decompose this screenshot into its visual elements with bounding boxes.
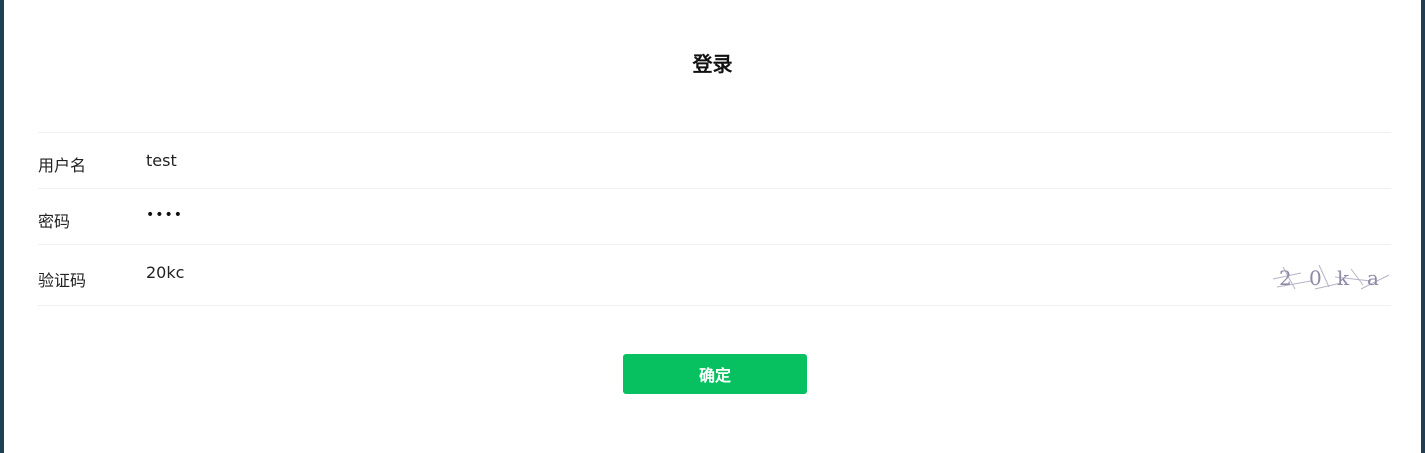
- captcha-label: 验证码: [38, 271, 87, 290]
- username-input[interactable]: [146, 147, 1226, 173]
- password-label: 密码: [38, 212, 71, 231]
- username-row: 用户名: [38, 133, 1391, 189]
- captcha-input[interactable]: [146, 259, 1226, 285]
- captcha-row: 验证码 2 0 k a: [38, 245, 1391, 306]
- page-title: 登录: [692, 52, 733, 76]
- password-input[interactable]: ••••: [146, 207, 183, 223]
- captcha-char: a: [1367, 266, 1379, 290]
- submit-button[interactable]: 确定: [623, 354, 807, 394]
- username-label: 用户名: [38, 156, 87, 175]
- captcha-char: 2: [1279, 266, 1292, 290]
- captcha-char: k: [1337, 266, 1350, 290]
- captcha-image[interactable]: 2 0 k a: [1271, 259, 1391, 295]
- login-panel: 登录 用户名 密码 •••• 验证码 2 0 k a 确定: [4, 0, 1421, 453]
- login-form: 用户名 密码 •••• 验证码 2 0 k a: [38, 132, 1391, 306]
- captcha-char: 0: [1309, 266, 1322, 290]
- password-row: 密码 ••••: [38, 189, 1391, 245]
